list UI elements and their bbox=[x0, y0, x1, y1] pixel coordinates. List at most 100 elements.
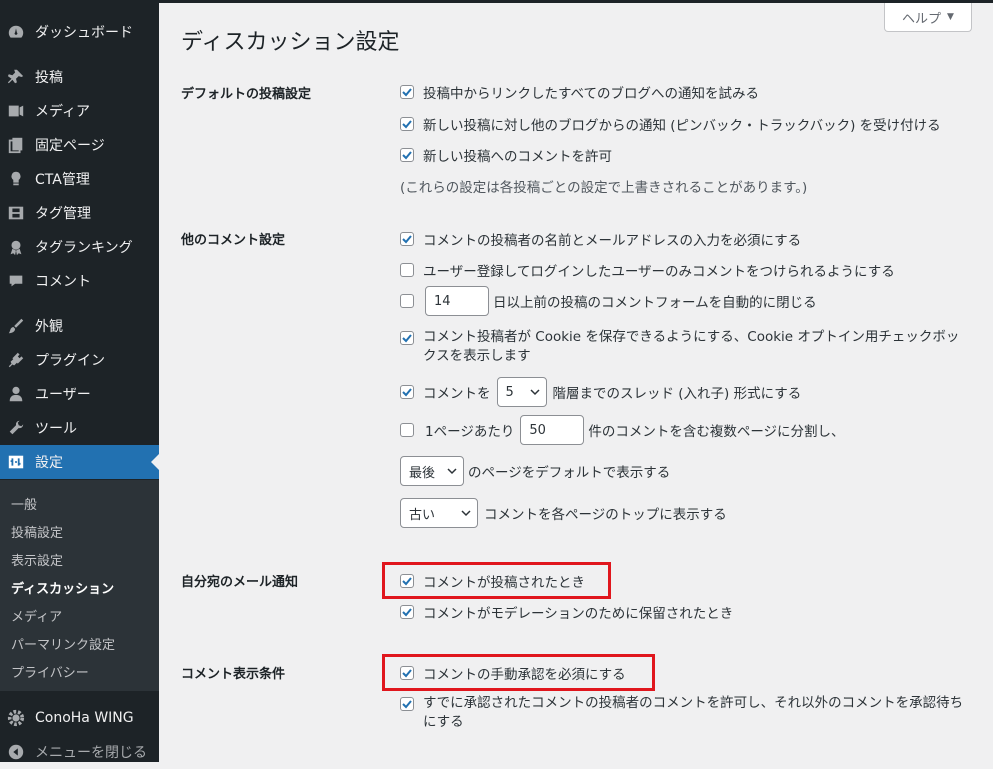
checkmark-icon bbox=[402, 120, 412, 129]
registered-only-checkbox[interactable] bbox=[400, 263, 414, 277]
checkmark-icon bbox=[402, 669, 412, 678]
email-notification-label: 自分宛のメール通知 bbox=[181, 575, 299, 590]
option-attempt-notify: 投稿中からリンクしたすべてのブログへの通知を試みる bbox=[400, 82, 759, 102]
attempt-notify-label: 投稿中からリンクしたすべてのブログへの通知を試みる bbox=[423, 86, 760, 102]
collapse-icon bbox=[6, 742, 26, 762]
pages-icon bbox=[6, 135, 26, 155]
allow-comments-checkbox[interactable] bbox=[400, 148, 414, 162]
checkmark-icon bbox=[402, 700, 412, 709]
sidebar-item-posts[interactable]: 投稿 bbox=[0, 60, 159, 94]
brush-icon bbox=[6, 316, 26, 336]
allow-comments-label: 新しい投稿へのコメントを許可 bbox=[423, 149, 612, 165]
close-comments-checkbox[interactable] bbox=[400, 294, 414, 308]
thread-comments-checkbox[interactable] bbox=[400, 385, 414, 399]
checkmark-icon bbox=[402, 608, 412, 617]
help-button[interactable]: ヘルプ ▼ bbox=[884, 3, 972, 32]
sidebar-item-tags[interactable]: タグ管理 bbox=[0, 196, 159, 230]
submenu-item-privacy[interactable]: プライバシー bbox=[11, 662, 89, 681]
cookies-opt-in-checkbox[interactable] bbox=[400, 331, 414, 345]
sidebar-item-settings[interactable]: 設定 bbox=[0, 445, 159, 479]
sidebar-item-conoha-wing[interactable]: ConoHa WING bbox=[0, 701, 159, 735]
sidebar-item-label: タグランキング bbox=[35, 240, 133, 256]
email-moderation-checkbox[interactable] bbox=[400, 605, 414, 619]
submenu-item-writing[interactable]: 投稿設定 bbox=[11, 522, 63, 541]
previously-approved-checkbox[interactable] bbox=[400, 697, 414, 711]
comment-order-value: 古い bbox=[409, 507, 436, 523]
manual-approval-checkbox[interactable] bbox=[400, 666, 414, 680]
thread-depth-select[interactable]: 5 bbox=[496, 377, 547, 407]
thread-comments-prefix: コメントを bbox=[423, 386, 491, 402]
plugin-icon bbox=[6, 350, 26, 370]
manual-approval-label: コメントの手動承認を必須にする bbox=[423, 667, 626, 683]
previously-approved-label: すでに承認されたコメントの投稿者のコメントを許可し、それ以外のコメントを承認待ち… bbox=[423, 695, 964, 730]
submenu-item-permalink[interactable]: パーマリンク設定 bbox=[11, 634, 115, 653]
default-post-settings-label: デフォルトの投稿設定 bbox=[181, 87, 312, 102]
attempt-notify-checkbox[interactable] bbox=[400, 85, 414, 99]
chevron-down-icon bbox=[461, 510, 471, 517]
award-icon bbox=[6, 237, 26, 257]
submenu-item-discussion[interactable]: ディスカッション bbox=[11, 578, 114, 597]
checkmark-icon bbox=[402, 88, 412, 97]
other-comment-settings-label: 他のコメント設定 bbox=[181, 233, 286, 248]
sidebar-item-tag-ranking[interactable]: タグランキング bbox=[0, 230, 159, 264]
default-comments-page-label: のページをデフォルトで表示する bbox=[468, 465, 671, 481]
sidebar-item-plugins[interactable]: プラグイン bbox=[0, 343, 159, 377]
lightbulb-icon bbox=[6, 169, 26, 189]
cookies-opt-in-label: コメント投稿者が Cookie を保存できるようにする、Cookie オプトイン… bbox=[423, 329, 960, 364]
require-name-email-checkbox[interactable] bbox=[400, 232, 414, 246]
gear-icon bbox=[6, 708, 26, 728]
sidebar-item-dashboard[interactable]: ダッシュボード bbox=[0, 15, 159, 49]
sidebar-item-label: 投稿 bbox=[35, 70, 63, 86]
chevron-down-icon bbox=[529, 389, 540, 396]
require-name-email-label: コメントの投稿者の名前とメールアドレスの入力を必須にする bbox=[423, 233, 802, 249]
allow-pingbacks-checkbox[interactable] bbox=[400, 117, 414, 131]
option-allow-pingbacks: 新しい投稿に対し他のブログからの通知 (ピンバック・トラックバック) を受け付け… bbox=[400, 114, 941, 134]
sidebar-item-media[interactable]: メディア bbox=[0, 94, 159, 128]
option-registered-only: ユーザー登録してログインしたユーザーのみコメントをつけられるようにする bbox=[400, 260, 895, 280]
checkmark-icon bbox=[402, 151, 412, 160]
media-icon bbox=[6, 101, 26, 121]
sidebar-item-users[interactable]: ユーザー bbox=[0, 377, 159, 411]
option-previously-approved: すでに承認されたコメントの投稿者のコメントを許可し、それ以外のコメントを承認待ち… bbox=[400, 694, 968, 732]
registered-only-label: ユーザー登録してログインしたユーザーのみコメントをつけられるようにする bbox=[423, 264, 895, 280]
thread-depth-value: 5 bbox=[505, 384, 514, 400]
option-email-moderation: コメントがモデレーションのために保留されたとき bbox=[400, 602, 733, 622]
settings-icon bbox=[6, 452, 26, 472]
comments-per-page-input[interactable]: 50 bbox=[520, 415, 585, 445]
email-moderation-label: コメントがモデレーションのために保留されたとき bbox=[423, 606, 734, 622]
sidebar-item-tools[interactable]: ツール bbox=[0, 411, 159, 445]
default-comments-page-select[interactable]: 最後 bbox=[400, 456, 464, 486]
option-page-comments: 1ページあたり 50 件のコメントを含む複数ページに分割し、 bbox=[400, 415, 845, 445]
comment-display-conditions-label: コメント表示条件 bbox=[181, 667, 286, 682]
option-cookies-opt-in: コメント投稿者が Cookie を保存できるようにする、Cookie オプトイン… bbox=[400, 328, 968, 366]
sidebar-item-label: プラグイン bbox=[35, 353, 105, 369]
submenu-item-general[interactable]: 一般 bbox=[11, 494, 37, 513]
email-comment-posted-checkbox[interactable] bbox=[400, 574, 414, 588]
checkmark-icon bbox=[402, 388, 412, 397]
admin-sidebar: ダッシュボード 投稿 メディア 固定ページ CTA管理 タグ管理 タグランキング… bbox=[0, 3, 159, 762]
page-comments-checkbox[interactable] bbox=[400, 423, 414, 437]
settings-submenu: 一般 投稿設定 表示設定 ディスカッション メディア パーマリンク設定 プライバ… bbox=[0, 480, 159, 691]
sidebar-item-comments[interactable]: コメント bbox=[0, 264, 159, 298]
option-thread-comments: コメントを 5 階層までのスレッド (入れ子) 形式にする bbox=[400, 377, 801, 407]
help-label: ヘルプ bbox=[902, 11, 942, 27]
sidebar-item-label: 外観 bbox=[35, 319, 63, 335]
sidebar-item-appearance[interactable]: 外観 bbox=[0, 309, 159, 343]
collapse-menu-button[interactable]: メニューを閉じる bbox=[0, 735, 159, 769]
email-comment-posted-label: コメントが投稿されたとき bbox=[423, 575, 585, 591]
allow-pingbacks-label: 新しい投稿に対し他のブログからの通知 (ピンバック・トラックバック) を受け付け… bbox=[423, 118, 941, 134]
comment-order-select[interactable]: 古い bbox=[400, 498, 478, 528]
sidebar-item-label: ConoHa WING bbox=[35, 710, 134, 726]
sidebar-item-cta[interactable]: CTA管理 bbox=[0, 162, 159, 196]
checkmark-icon bbox=[402, 235, 412, 244]
submenu-item-media[interactable]: メディア bbox=[11, 606, 62, 625]
sidebar-item-pages[interactable]: 固定ページ bbox=[0, 128, 159, 162]
page-title: ディスカッション設定 bbox=[181, 30, 400, 55]
submenu-item-reading[interactable]: 表示設定 bbox=[11, 550, 63, 569]
default-comments-page-value: 最後 bbox=[409, 465, 436, 481]
checkmark-icon bbox=[402, 577, 412, 586]
close-comments-days-input[interactable]: 14 bbox=[425, 286, 489, 316]
sidebar-item-label: ユーザー bbox=[35, 387, 91, 403]
comment-order-label: コメントを各ページのトップに表示する bbox=[484, 507, 727, 523]
wrench-icon bbox=[6, 418, 26, 438]
